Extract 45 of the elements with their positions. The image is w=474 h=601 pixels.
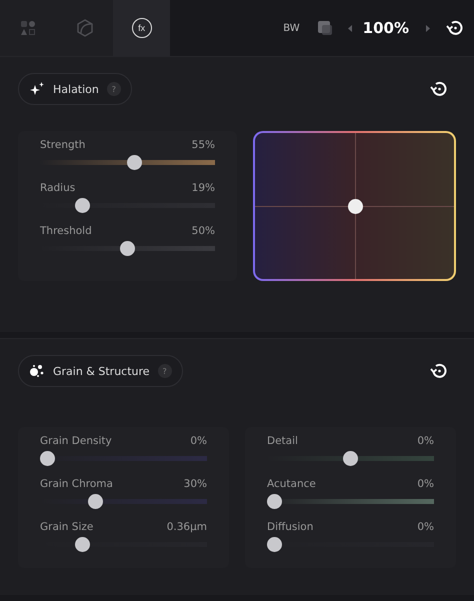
slider-reading: 0% (417, 435, 434, 447)
texture-icon[interactable] (318, 21, 332, 35)
slider-reading: 30% (184, 478, 207, 490)
dots-icon (29, 364, 45, 378)
shapes-icon (20, 20, 36, 36)
slider-thumb[interactable] (127, 155, 142, 170)
section-chip[interactable]: Grain & Structure ? (18, 355, 183, 387)
slider-label: Grain Density (40, 435, 112, 447)
slider-label: Diffusion (267, 521, 314, 533)
slider-thumb[interactable] (267, 494, 282, 509)
reset-icon[interactable] (430, 362, 448, 380)
slider-label: Radius (40, 182, 76, 194)
slider-reading: 50% (192, 225, 215, 237)
slider-reading: 0% (417, 521, 434, 533)
slider-thumb[interactable] (120, 241, 134, 256)
slider-thumb[interactable] (267, 537, 282, 552)
chevron-right-icon[interactable] (425, 24, 430, 32)
slider-reading: 19% (192, 182, 215, 194)
slider-label: Threshold (40, 225, 92, 237)
slider-thumb[interactable] (40, 451, 55, 466)
slider-reading: 0.36µm (166, 521, 207, 533)
fx-icon: fx (132, 18, 152, 38)
sparkle-icon (29, 82, 45, 96)
slider-reading: 0% (417, 478, 434, 490)
cube-icon (75, 18, 95, 38)
slider-thumb[interactable] (74, 537, 90, 552)
slider-thumb[interactable] (88, 494, 104, 509)
chevron-left-icon[interactable] (348, 24, 353, 32)
reset-icon[interactable] (430, 80, 448, 98)
slider-label: Detail (267, 435, 298, 447)
zoom-value: 100% (362, 19, 409, 37)
reset-icon[interactable] (446, 19, 464, 37)
mode-label[interactable]: BW (283, 22, 300, 34)
slider-thumb[interactable] (342, 451, 358, 466)
slider-reading: 0% (190, 435, 207, 447)
pad-handle[interactable] (348, 199, 362, 214)
slider-label: Strength (40, 139, 86, 151)
slider-label: Grain Chroma (40, 478, 113, 490)
slider-label: Acutance (267, 478, 316, 490)
xy-pad[interactable] (253, 131, 456, 281)
section-chip[interactable]: Halation ? (18, 73, 132, 105)
tab[interactable]: fx (113, 0, 170, 56)
slider-reading: 55% (192, 139, 215, 151)
slider-thumb[interactable] (74, 198, 90, 213)
slider-label: Grain Size (40, 521, 94, 533)
